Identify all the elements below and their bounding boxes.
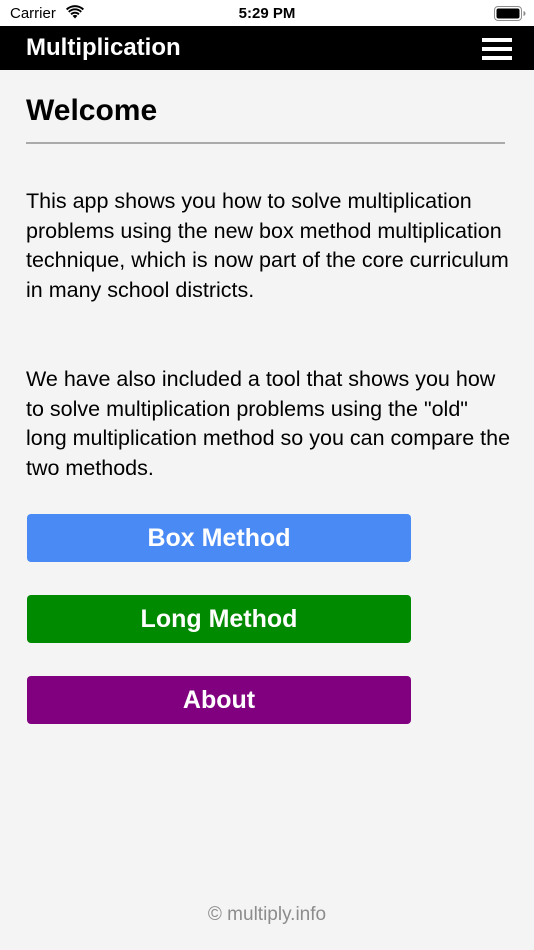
status-bar: Carrier 5:29 PM xyxy=(0,0,534,26)
page-title: Welcome xyxy=(26,94,158,127)
divider xyxy=(26,142,505,144)
about-button[interactable]: About xyxy=(27,676,411,724)
intro-paragraph: This app shows you how to solve multipli… xyxy=(26,189,509,302)
battery-icon xyxy=(494,6,526,21)
copyright-footer: © multiply.info xyxy=(207,904,327,925)
clock: 5:29 PM xyxy=(238,5,296,22)
app-title: Multiplication xyxy=(26,34,181,61)
hamburger-menu-icon[interactable] xyxy=(482,36,512,62)
long-method-paragraph: We have also included a tool that shows … xyxy=(26,367,511,480)
long-method-button[interactable]: Long Method xyxy=(27,595,411,643)
box-method-button[interactable]: Box Method xyxy=(27,514,411,562)
navigation-bar: Multiplication xyxy=(0,26,534,70)
